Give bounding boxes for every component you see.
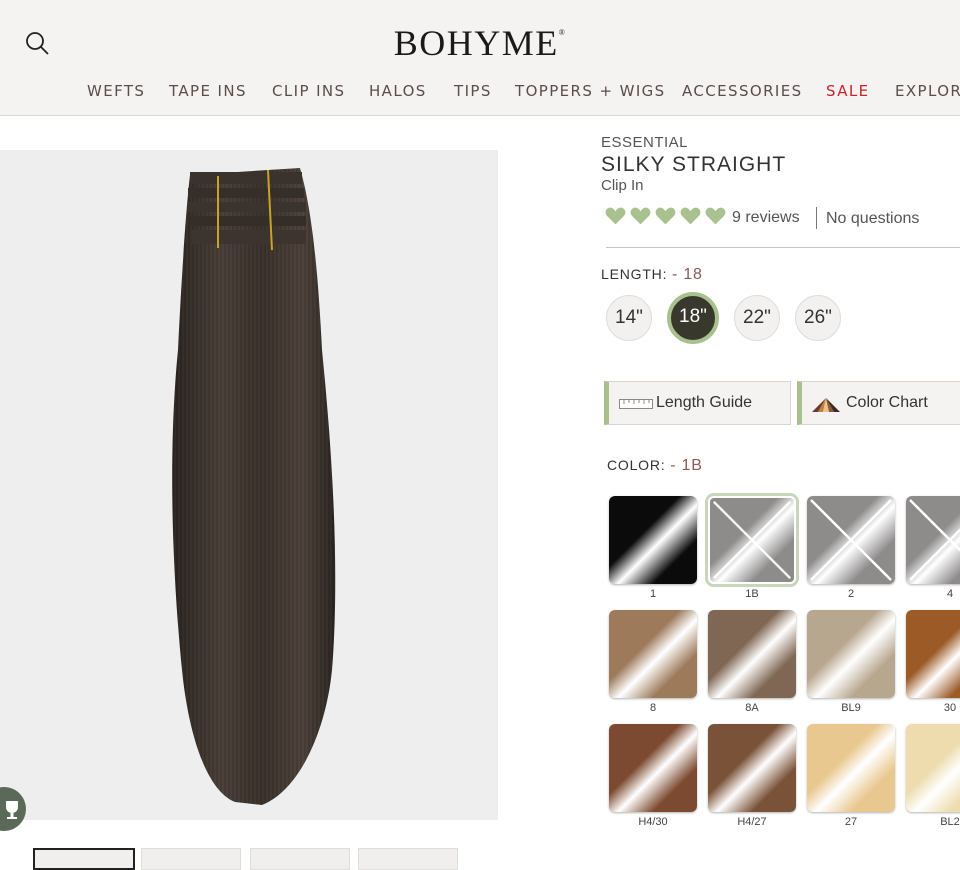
nav-item-wefts[interactable]: WEFTS <box>87 82 145 100</box>
color-swatch-h4-30[interactable] <box>609 724 697 812</box>
divider <box>606 247 960 248</box>
reviews-link[interactable]: 9 reviews <box>732 209 800 227</box>
color-swatch-label: 2 <box>847 588 855 600</box>
nav-item-tape-ins[interactable]: TAPE INS <box>169 82 247 100</box>
heart-icon <box>655 207 676 225</box>
length-guide-button[interactable]: Length Guide <box>604 381 791 425</box>
color-swatch-8a[interactable] <box>708 610 796 698</box>
length-option-14[interactable]: 14" <box>606 295 652 341</box>
trophy-icon <box>6 801 18 820</box>
product-brand: ESSENTIAL <box>601 134 689 151</box>
color-swatch-label: 8A <box>745 702 759 714</box>
color-swatch-label: 30 <box>943 702 957 714</box>
heart-icon <box>705 207 726 225</box>
length-option-22[interactable]: 22" <box>734 295 780 341</box>
nav-item-sale[interactable]: SALE <box>826 82 870 100</box>
heart-icon <box>605 207 626 225</box>
color-swatch-8[interactable] <box>609 610 697 698</box>
color-swatch-label: 1 <box>649 588 657 600</box>
questions-link[interactable]: No questions <box>826 210 919 228</box>
nav-item-halos[interactable]: HALOS <box>369 82 427 100</box>
unavailable-x-icon <box>909 499 960 581</box>
thumbnail-3[interactable] <box>250 848 350 870</box>
nav-item-tips[interactable]: TIPS <box>454 82 492 100</box>
nav-item-explore[interactable]: EXPLORE <box>895 82 960 100</box>
unavailable-x-icon <box>810 499 892 581</box>
color-swatch-4[interactable] <box>906 496 960 584</box>
nav-item-clip-ins[interactable]: CLIP INS <box>272 82 345 100</box>
heart-icon <box>630 207 651 225</box>
color-fan-icon <box>812 398 840 412</box>
color-swatch-1[interactable] <box>609 496 697 584</box>
nav-item-toppers-wigs[interactable]: TOPPERS + WIGS <box>515 82 666 100</box>
thumbnail-1[interactable] <box>33 848 135 870</box>
color-swatch-label: 1B <box>745 588 759 600</box>
color-swatch-h4-27[interactable] <box>708 724 796 812</box>
color-swatch-27[interactable] <box>807 724 895 812</box>
color-swatch-bl2[interactable] <box>906 724 960 812</box>
length-label: LENGTH: - 18 <box>601 266 703 283</box>
length-guide-label: Length Guide <box>656 394 753 411</box>
ruler-icon <box>619 399 653 409</box>
color-swatch-label: H4/30 <box>638 816 668 828</box>
divider <box>816 207 817 229</box>
nav-item-accessories[interactable]: ACCESSORIES <box>682 82 803 100</box>
color-chart-label: Color Chart <box>846 394 928 411</box>
unavailable-x-icon <box>712 500 792 580</box>
color-swatch-label: 4 <box>946 588 954 600</box>
color-label: COLOR: - 1B <box>607 457 703 474</box>
thumbnail-4[interactable] <box>358 848 458 870</box>
hair-weft-image <box>172 168 336 805</box>
color-swatch-label: BL2 <box>940 816 960 828</box>
color-selected-value: - 1B <box>670 457 703 474</box>
product-main-image[interactable] <box>0 150 498 820</box>
color-swatch-2[interactable] <box>807 496 895 584</box>
color-swatch-30[interactable] <box>906 610 960 698</box>
color-swatch-label: 27 <box>844 816 858 828</box>
product-title: SILKY STRAIGHT <box>601 153 787 176</box>
heart-icon <box>680 207 701 225</box>
site-header: BOHYME® WEFTS TAPE INS CLIP INS HALOS TI… <box>0 0 960 116</box>
color-swatch-label: 8 <box>649 702 657 714</box>
product-subtitle: Clip In <box>601 177 644 194</box>
color-swatch-label: BL9 <box>841 702 861 714</box>
color-swatch-1b[interactable] <box>708 496 796 584</box>
color-swatch-bl9[interactable] <box>807 610 895 698</box>
color-chart-button[interactable]: Color Chart <box>797 381 960 425</box>
length-option-18[interactable]: 18" <box>667 292 719 344</box>
length-option-26[interactable]: 26" <box>795 295 841 341</box>
thumbnail-2[interactable] <box>141 848 241 870</box>
color-swatch-label: H4/27 <box>737 816 767 828</box>
site-logo[interactable]: BOHYME® <box>0 22 960 64</box>
length-selected-value: - 18 <box>671 266 703 283</box>
